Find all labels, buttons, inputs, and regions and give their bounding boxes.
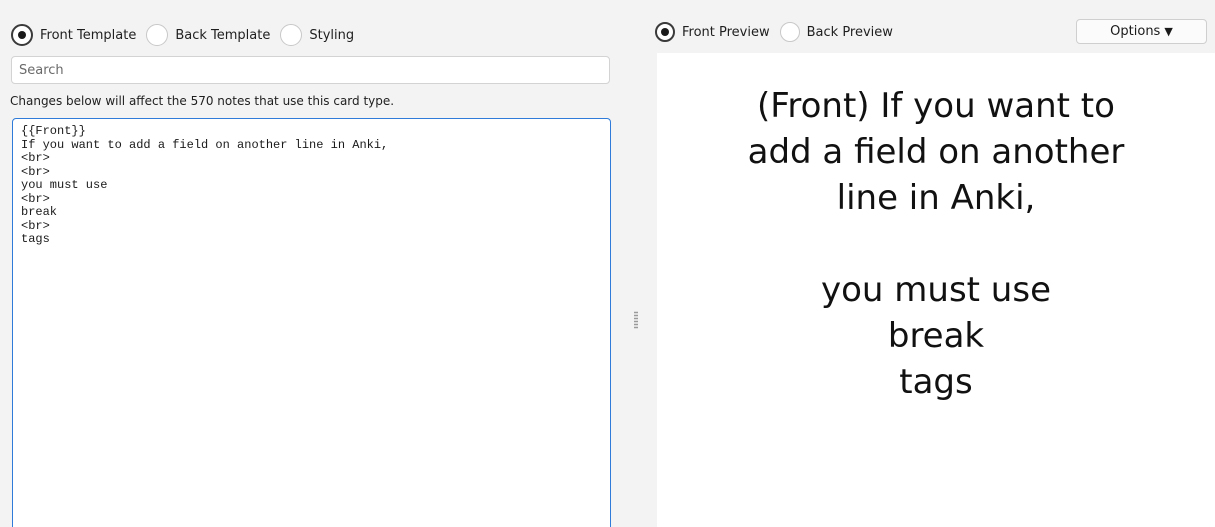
triangle-down-icon: ▼: [1164, 25, 1173, 38]
editor-line: <br>: [21, 151, 50, 165]
radio-unchecked-icon[interactable]: [146, 24, 169, 46]
search-input[interactable]: [11, 56, 610, 84]
template-code-editor[interactable]: {{Front}} If you want to add a field on …: [12, 118, 611, 527]
preview-line: (Front) If you want to: [757, 86, 1115, 126]
editor-line: tags: [21, 232, 50, 246]
preview-pane: Front Preview Back Preview Options ▼ (Fr…: [648, 0, 1215, 527]
template-type-radio-group: Front Template Back Template Styling: [11, 21, 364, 49]
template-pane: Front Template Back Template Styling Cha…: [0, 0, 620, 527]
preview-line: add a field on another: [747, 132, 1125, 172]
preview-line: tags: [899, 362, 973, 402]
radio-checked-icon[interactable]: [11, 24, 33, 46]
editor-line: you must use: [21, 178, 108, 192]
editor-line: break: [21, 205, 58, 219]
radio-checked-icon[interactable]: [655, 22, 675, 42]
radio-front-preview[interactable]: Front Preview: [655, 22, 770, 42]
card-preview: (Front) If you want to add a field on an…: [657, 53, 1215, 527]
preview-line: you must use: [821, 270, 1051, 310]
preview-line: break: [887, 316, 985, 356]
radio-styling[interactable]: Styling: [280, 24, 354, 46]
editor-line: <br>: [21, 218, 50, 233]
affected-notes-notice: Changes below will affect the 570 notes …: [10, 94, 395, 108]
editor-line: <br>: [21, 164, 50, 179]
editor-line: <br>: [21, 191, 50, 206]
preview-content: (Front) If you want to add a field on an…: [657, 83, 1215, 405]
card-template-editor: Front Template Back Template Styling Cha…: [0, 0, 1215, 527]
editor-line: If you want to add a field on another li…: [21, 137, 389, 152]
splitter-grip-icon[interactable]: [634, 311, 638, 329]
preview-line-break: [657, 221, 1215, 267]
radio-unchecked-icon[interactable]: [280, 24, 303, 46]
radio-label-back-preview: Back Preview: [806, 24, 893, 40]
radio-label-back-template: Back Template: [175, 27, 271, 43]
radio-back-template[interactable]: Back Template: [146, 24, 270, 46]
radio-back-preview[interactable]: Back Preview: [779, 22, 893, 42]
preview-line: line in Anki,: [836, 178, 1036, 218]
radio-label-front-template: Front Template: [40, 27, 137, 43]
radio-label-front-preview: Front Preview: [682, 24, 770, 40]
options-button-label: Options: [1110, 24, 1161, 39]
radio-front-template[interactable]: Front Template: [11, 24, 136, 46]
editor-line: {{Front}}: [21, 124, 86, 138]
options-button[interactable]: Options ▼: [1076, 19, 1207, 44]
preview-side-radio-group: Front Preview Back Preview: [655, 18, 903, 46]
radio-label-styling: Styling: [309, 27, 355, 43]
radio-unchecked-icon[interactable]: [779, 22, 800, 42]
